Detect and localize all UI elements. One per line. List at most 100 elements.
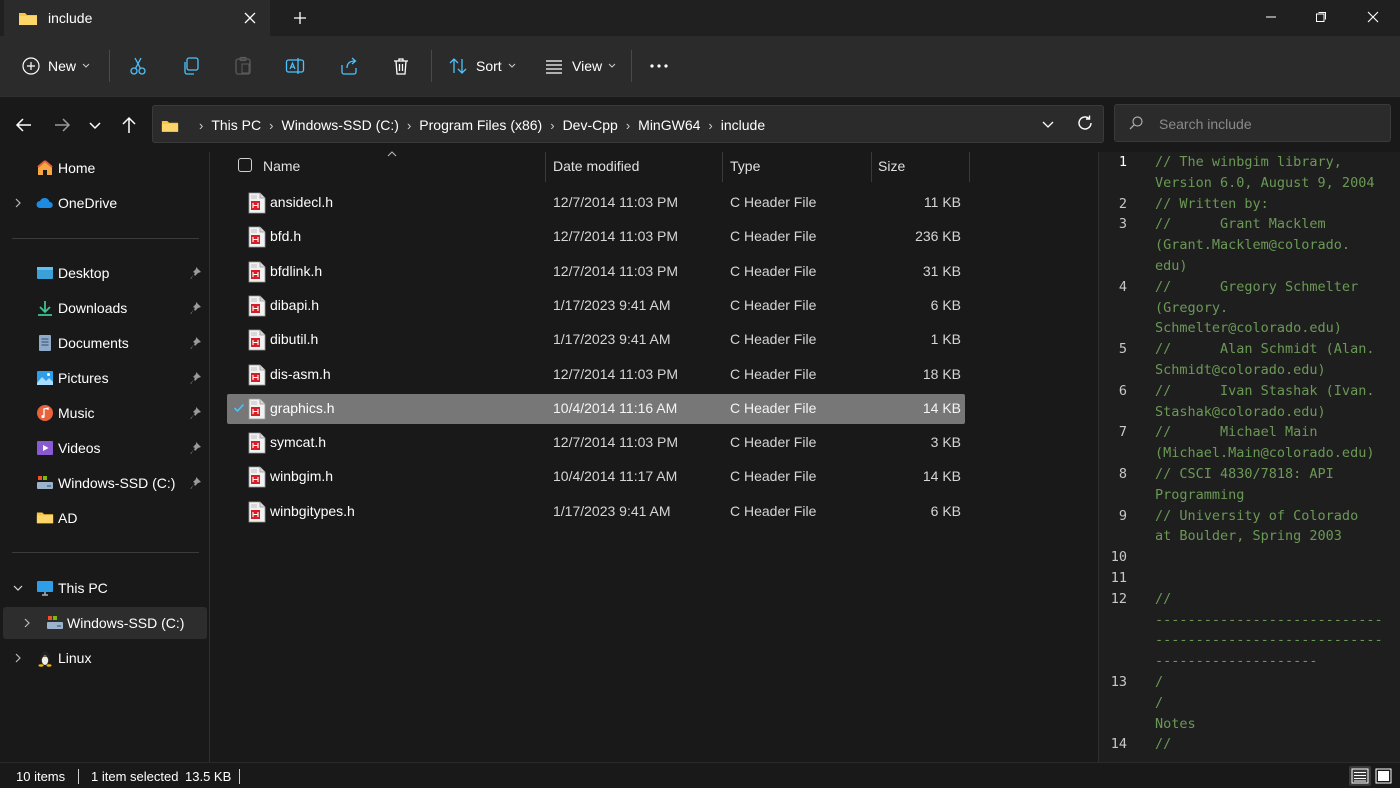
close-tab-icon[interactable] <box>242 10 258 26</box>
sidebar-item-onedrive[interactable]: OneDrive <box>0 187 207 219</box>
sort-button[interactable]: Sort <box>448 50 516 82</box>
sidebar-item-home[interactable]: Home <box>0 152 207 184</box>
file-name[interactable]: ansidecl.h <box>270 194 333 210</box>
up-arrow-icon[interactable] <box>117 113 141 137</box>
pin-icon[interactable] <box>190 441 202 455</box>
pin-icon[interactable] <box>190 406 202 420</box>
preview-view-icon[interactable] <box>1373 766 1395 786</box>
share-button[interactable] <box>339 50 359 82</box>
rename-button[interactable] <box>285 50 305 82</box>
select-all-checkbox[interactable] <box>238 158 252 172</box>
row-checkbox[interactable] <box>232 435 248 451</box>
file-name[interactable]: winbgitypes.h <box>270 503 355 519</box>
paste-button[interactable] <box>233 50 253 82</box>
forward-arrow-icon[interactable] <box>50 113 74 137</box>
breadcrumb-program-files[interactable]: Program Files (x86) <box>419 117 542 133</box>
file-name[interactable]: bfdlink.h <box>270 263 322 279</box>
sidebar-item-windows-ssd-pinned[interactable]: Windows-SSD (C:) <box>0 467 207 499</box>
sidebar-item-this-pc[interactable]: This PC <box>0 572 207 604</box>
row-checkbox[interactable] <box>232 367 248 383</box>
table-row[interactable]: winbgim.h 10/4/2014 11:17 AM C Header File… <box>227 462 965 492</box>
new-button[interactable]: New <box>22 50 90 82</box>
table-row[interactable]: dibapi.h 1/17/2023 9:41 AM C Header File 6 … <box>227 291 965 321</box>
sidebar-item-ad[interactable]: AD <box>0 502 207 534</box>
close-window-icon[interactable] <box>1350 0 1396 36</box>
chevron-right-icon[interactable] <box>12 196 24 210</box>
row-checkbox[interactable] <box>232 298 248 314</box>
sidebar-item-desktop[interactable]: Desktop <box>0 257 207 289</box>
table-row[interactable]: bfd.h 12/7/2014 11:03 PM C Header File 236 … <box>227 222 965 252</box>
pin-icon[interactable] <box>190 301 202 315</box>
pin-icon[interactable] <box>190 476 202 490</box>
details-view-icon[interactable] <box>1349 766 1371 786</box>
code-line: 5 // Alan Schmidt (Alan. Schmidt@colorado.… <box>1099 339 1400 381</box>
breadcrumb-include[interactable]: include <box>721 117 765 133</box>
pin-icon[interactable] <box>190 266 202 280</box>
recent-locations-icon[interactable] <box>83 113 107 137</box>
line-number: 4 <box>1118 278 1127 295</box>
sidebar-item-videos[interactable]: Videos <box>0 432 207 464</box>
cut-button[interactable] <box>128 50 148 82</box>
maximize-icon[interactable] <box>1298 0 1344 36</box>
navigation-pane: Home OneDrive Desktop Downloads Document… <box>0 152 210 762</box>
breadcrumb-windows-ssd[interactable]: Windows-SSD (C:) <box>281 117 398 133</box>
address-bar[interactable]: › This PC › Windows-SSD (C:) › Program F… <box>152 105 1104 143</box>
back-arrow-icon[interactable] <box>12 113 36 137</box>
delete-button[interactable] <box>391 50 411 82</box>
pin-icon[interactable] <box>190 336 202 350</box>
column-header-date[interactable]: Date modified <box>553 158 639 188</box>
file-name[interactable]: symcat.h <box>270 434 326 450</box>
chevron-right-icon[interactable] <box>21 616 33 630</box>
row-checkbox[interactable] <box>232 195 248 211</box>
file-name[interactable]: dis-asm.h <box>270 366 331 382</box>
breadcrumb-mingw64[interactable]: MinGW64 <box>638 117 700 133</box>
preview-pane[interactable]: 1 // The winbgim library, Version 6.0, Aug… <box>1098 152 1400 762</box>
column-header-size[interactable]: Size <box>878 158 905 188</box>
sidebar-item-music[interactable]: Music <box>0 397 207 429</box>
sidebar-item-pictures[interactable]: Pictures <box>0 362 207 394</box>
table-row[interactable]: dis-asm.h 12/7/2014 11:03 PM C Header File… <box>227 360 965 390</box>
table-row[interactable]: ansidecl.h 12/7/2014 11:03 PM C Header Fil… <box>227 188 965 218</box>
column-header-type[interactable]: Type <box>730 158 760 188</box>
new-tab-icon[interactable] <box>290 8 310 28</box>
file-type: C Header File <box>730 434 817 451</box>
code-line: 13 / / Notes <box>1099 672 1400 734</box>
table-row[interactable]: winbgitypes.h 1/17/2023 9:41 AM C Header F… <box>227 497 965 527</box>
table-row[interactable]: symcat.h 12/7/2014 11:03 PM C Header File 3… <box>227 428 965 458</box>
row-checkbox[interactable] <box>232 504 248 520</box>
file-name[interactable]: bfd.h <box>270 228 301 244</box>
minimize-icon[interactable] <box>1248 0 1294 36</box>
tab-include[interactable]: include <box>4 0 270 36</box>
table-row[interactable]: dibutil.h 1/17/2023 9:41 AM C Header File 1… <box>227 325 965 355</box>
breadcrumb-dev-cpp[interactable]: Dev-Cpp <box>563 117 618 133</box>
sidebar-item-linux[interactable]: Linux <box>0 642 207 674</box>
pin-icon[interactable] <box>190 371 202 385</box>
file-name[interactable]: winbgim.h <box>270 468 333 484</box>
table-row[interactable]: bfdlink.h 12/7/2014 11:03 PM C Header File… <box>227 257 965 287</box>
row-checkbox[interactable] <box>232 469 248 485</box>
row-checkbox[interactable] <box>232 401 248 417</box>
more-options-button[interactable] <box>649 50 669 82</box>
view-button[interactable]: View <box>544 50 616 82</box>
chevron-right-icon[interactable] <box>12 651 24 665</box>
pictures-icon <box>36 369 54 387</box>
row-checkbox[interactable] <box>232 229 248 245</box>
share-icon <box>341 57 357 75</box>
breadcrumb-this-pc[interactable]: This PC <box>211 117 261 133</box>
table-row[interactable]: graphics.h 10/4/2014 11:16 AM C Header Fil… <box>227 393 965 424</box>
sidebar-item-windows-ssd[interactable]: Windows-SSD (C:) <box>3 607 207 639</box>
file-name[interactable]: graphics.h <box>270 400 335 416</box>
row-checkbox[interactable] <box>232 332 248 348</box>
sidebar-item-downloads[interactable]: Downloads <box>0 292 207 324</box>
status-bar: 10 items 1 item selected 13.5 KB <box>0 762 1400 788</box>
row-checkbox[interactable] <box>232 264 248 280</box>
sidebar-item-documents[interactable]: Documents <box>0 327 207 359</box>
file-name[interactable]: dibutil.h <box>270 331 318 347</box>
address-dropdown-icon[interactable] <box>1041 118 1055 132</box>
copy-button[interactable] <box>181 50 201 82</box>
column-header-name[interactable]: Name <box>263 158 300 188</box>
search-box[interactable]: Search include <box>1114 104 1391 142</box>
refresh-icon[interactable] <box>1076 114 1094 132</box>
chevron-down-icon[interactable] <box>12 581 24 595</box>
file-name[interactable]: dibapi.h <box>270 297 319 313</box>
